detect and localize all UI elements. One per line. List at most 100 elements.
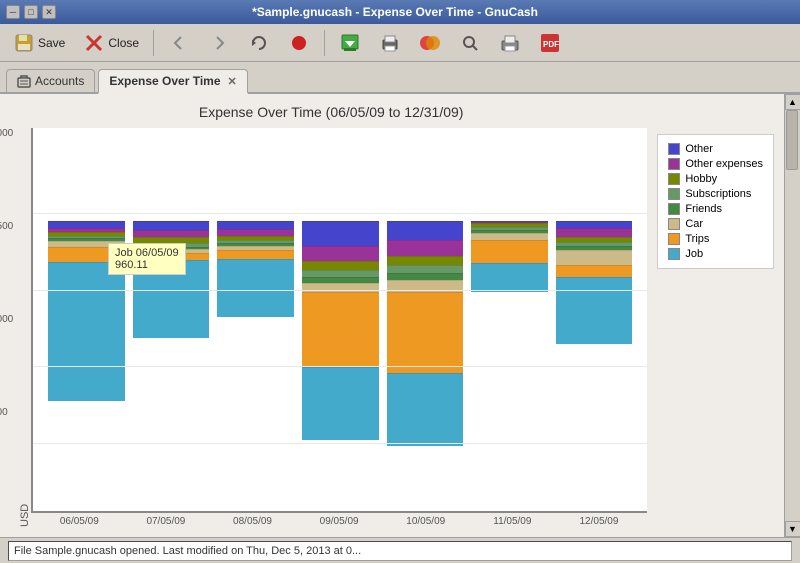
- print2-button[interactable]: [492, 29, 528, 57]
- restore-button[interactable]: □: [24, 5, 38, 19]
- scroll-up-button[interactable]: ▲: [785, 94, 800, 110]
- x-label: 09/05/09: [304, 516, 374, 527]
- bar-segment-other-expenses: [302, 246, 379, 261]
- toolbar: Save Close: [0, 24, 800, 62]
- chart-plot: 2000 1500 1000 500 0 Job 06/05: [31, 128, 647, 527]
- print-icon: [379, 32, 401, 54]
- legend-color-swatch: [668, 173, 680, 185]
- tab-close-button[interactable]: ✕: [228, 75, 237, 88]
- tab-accounts-label: Accounts: [35, 74, 84, 88]
- bar-segment-car: [556, 250, 633, 265]
- back-button[interactable]: [161, 29, 197, 57]
- bar-segment-job: [556, 277, 633, 344]
- minimize-button[interactable]: ─: [6, 5, 20, 19]
- bar-segment-car: [471, 233, 548, 240]
- scrollbar[interactable]: ▲ ▼: [784, 94, 800, 537]
- scroll-down-button[interactable]: ▼: [785, 521, 800, 537]
- tooltip: Job 06/05/09 960.11: [108, 243, 186, 275]
- close-window-button[interactable]: ✕: [42, 5, 56, 19]
- legend-item: Other: [668, 143, 763, 155]
- legend-label: Subscriptions: [685, 188, 751, 200]
- scroll-track[interactable]: [785, 110, 800, 521]
- bar-segment-subscriptions: [387, 265, 464, 273]
- x-label: 06/05/09: [44, 516, 114, 527]
- bar-segment-other: [302, 221, 379, 246]
- tab-expense-over-time[interactable]: Expense Over Time ✕: [98, 69, 247, 94]
- chart-container: USD 2000 1500 1000 500 0: [15, 128, 647, 527]
- pdf-button[interactable]: PDF: [532, 29, 568, 57]
- close-label: Close: [108, 36, 139, 50]
- status-text: File Sample.gnucash opened. Last modifie…: [14, 545, 361, 557]
- save-button[interactable]: Save: [6, 29, 72, 57]
- x-label: 08/05/09: [218, 516, 288, 527]
- x-label: 11/05/09: [477, 516, 547, 527]
- find-button[interactable]: [452, 29, 488, 57]
- forward-icon: [208, 32, 230, 54]
- bar-segment-trips: [387, 292, 464, 373]
- legend-item: Friends: [668, 203, 763, 215]
- download-button[interactable]: [332, 29, 368, 57]
- refresh-icon: [248, 32, 270, 54]
- status-text-container: File Sample.gnucash opened. Last modifie…: [8, 541, 792, 561]
- y-labels: 2000 1500 1000 500 0: [0, 128, 13, 511]
- bar-segment-job: [217, 259, 294, 317]
- chart-grid: 2000 1500 1000 500 0 Job 06/05: [31, 128, 647, 513]
- legend-label: Friends: [685, 203, 722, 215]
- bar-segment-other: [387, 221, 464, 240]
- legend-color-swatch: [668, 233, 680, 245]
- print-button[interactable]: [372, 29, 408, 57]
- close-icon: [83, 32, 105, 54]
- export-button[interactable]: [412, 29, 448, 57]
- legend-label: Car: [685, 218, 703, 230]
- bar-segment-trips: [556, 265, 633, 277]
- tab-expense-label: Expense Over Time: [109, 74, 220, 88]
- download-icon: [339, 32, 361, 54]
- tab-accounts[interactable]: Accounts: [6, 69, 95, 92]
- legend-color-swatch: [668, 203, 680, 215]
- bar-segment-other: [48, 221, 125, 228]
- bar-segment-other-expenses: [556, 228, 633, 237]
- x-label: 10/05/09: [391, 516, 461, 527]
- chart-title: Expense Over Time (06/05/09 to 12/31/09): [15, 104, 647, 120]
- find-icon: [459, 32, 481, 54]
- toolbar-sep-2: [324, 30, 325, 56]
- grid-line-1500: [33, 290, 647, 291]
- legend-color-swatch: [668, 188, 680, 200]
- chart-area: Expense Over Time (06/05/09 to 12/31/09)…: [0, 94, 657, 537]
- forward-button[interactable]: [201, 29, 237, 57]
- title-bar: ─ □ ✕ *Sample.gnucash - Expense Over Tim…: [0, 0, 800, 24]
- tabs-bar: Accounts Expense Over Time ✕: [0, 62, 800, 94]
- x-label: 12/05/09: [564, 516, 634, 527]
- legend-item: Car: [668, 218, 763, 230]
- pdf-icon: PDF: [539, 32, 561, 54]
- grid-line-1000: [33, 366, 647, 367]
- toolbar-sep-1: [153, 30, 154, 56]
- accounts-icon: [17, 74, 31, 88]
- x-labels: 06/05/09 07/05/09 08/05/09 09/05/09 10/05/09…: [31, 513, 647, 527]
- grid-line-2000: [33, 213, 647, 214]
- legend-label: Other expenses: [685, 158, 763, 170]
- legend-label: Other: [685, 143, 713, 155]
- bar-segment-job: [471, 263, 548, 292]
- window-title: *Sample.gnucash - Expense Over Time - Gn…: [252, 5, 538, 19]
- refresh-button[interactable]: [241, 29, 277, 57]
- close-button[interactable]: Close: [76, 29, 146, 57]
- record-button[interactable]: [281, 29, 317, 57]
- svg-text:PDF: PDF: [543, 40, 559, 49]
- legend-item: Hobby: [668, 173, 763, 185]
- scroll-thumb[interactable]: [786, 110, 798, 170]
- bar-segment-subscriptions: [302, 270, 379, 277]
- status-bar: File Sample.gnucash opened. Last modifie…: [0, 537, 800, 563]
- bar-segment-hobby: [302, 261, 379, 270]
- legend-item: Trips: [668, 233, 763, 245]
- legend-color-swatch: [668, 218, 680, 230]
- bar-segment-job: [48, 262, 125, 401]
- bar-segment-other: [133, 221, 210, 230]
- legend-color-swatch: [668, 158, 680, 170]
- bar-segment-job: [387, 373, 464, 446]
- bar-segment-other-expenses: [133, 230, 210, 237]
- export-icon: [419, 32, 441, 54]
- record-icon: [288, 32, 310, 54]
- bar-segment-hobby: [387, 256, 464, 265]
- x-label: 07/05/09: [131, 516, 201, 527]
